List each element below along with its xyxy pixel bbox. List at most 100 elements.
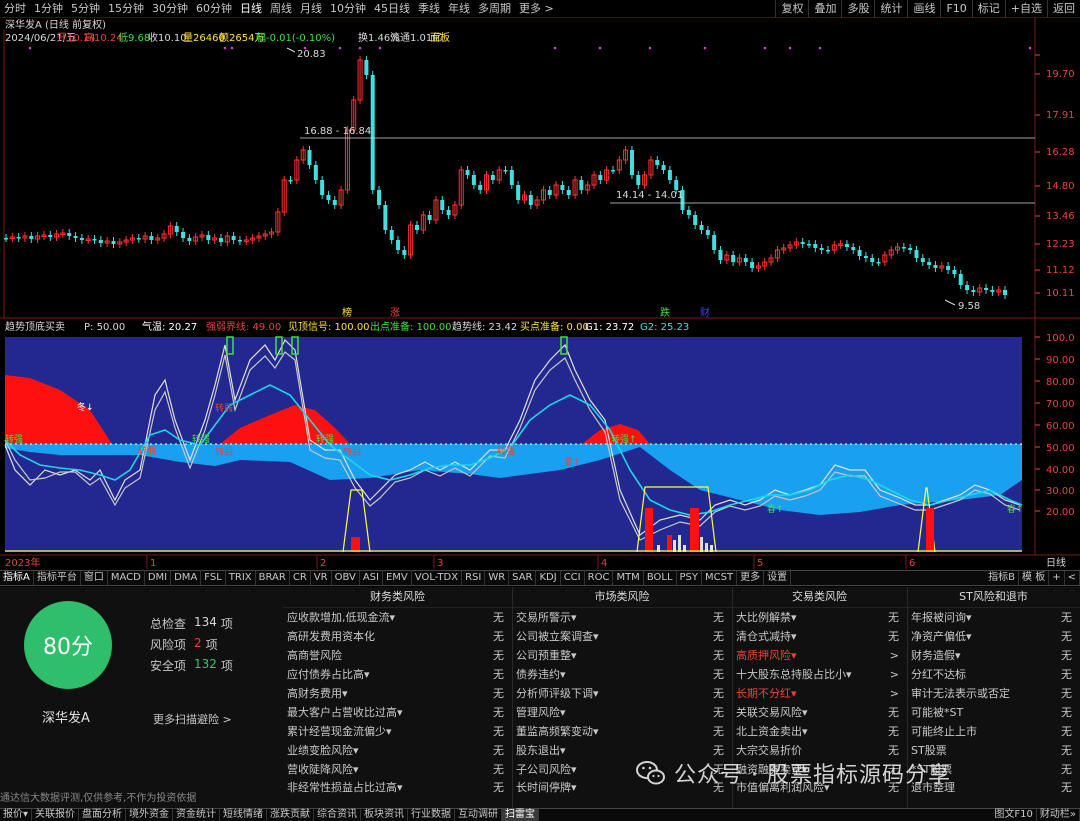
toolbar-button-0[interactable]: 复权 <box>775 0 808 18</box>
indicator-tab-24[interactable]: MCST <box>702 571 738 585</box>
indicator-tab-15[interactable]: RSI <box>462 571 486 585</box>
risk-item[interactable]: 累计经营现金流偏少▾ 无 <box>283 721 512 740</box>
bottom-tab-6[interactable]: 涨跌贡献 <box>267 809 315 821</box>
indicator-tab-8[interactable]: BRAR <box>256 571 290 585</box>
bottom-tab-8[interactable]: 板块资讯 <box>361 809 409 821</box>
indicator-tab-23[interactable]: PSY <box>677 571 703 585</box>
toolbar-button-4[interactable]: 画线 <box>907 0 940 18</box>
risk-item[interactable]: 交易所警示▾ 无 <box>512 608 732 627</box>
bottom-tab-9[interactable]: 行业数据 <box>408 809 456 821</box>
toolbar-button-6[interactable]: 标记 <box>971 0 1005 18</box>
risk-item[interactable]: 最大客户占营收比过高▾ 无 <box>283 702 512 721</box>
bottom-tab-3[interactable]: 境外资金 <box>126 809 174 821</box>
bottom-tab-right-1[interactable]: 财动栏» <box>1037 809 1080 821</box>
indicator-tab-right-2[interactable]: + <box>1049 571 1065 585</box>
indicator-tab-16[interactable]: WR <box>485 571 510 585</box>
indicator-tab-right-0[interactable]: 指标B <box>985 571 1020 585</box>
indicator-tab-right-3[interactable]: < <box>1065 571 1080 585</box>
bottom-tab-5[interactable]: 短线情绪 <box>220 809 268 821</box>
risk-item[interactable]: 债券违约▾ 无 <box>512 665 732 684</box>
period-2[interactable]: 5分钟 <box>67 0 104 18</box>
risk-item[interactable]: 应收款增加,低现金流▾ 无 <box>283 608 512 627</box>
risk-item[interactable]: 财务造假▾ 无 <box>907 646 1080 665</box>
risk-item[interactable]: 应付债券占比高▾ 无 <box>283 665 512 684</box>
period-9[interactable]: 10分钟 <box>326 0 370 18</box>
risk-item[interactable]: 管理风险▾ 无 <box>512 702 732 721</box>
indicator-tab-right-1[interactable]: 模 板 <box>1019 571 1050 585</box>
indicator-tab-19[interactable]: CCI <box>561 571 585 585</box>
bottom-tab-0[interactable]: 报价▾ <box>0 809 33 821</box>
indicator-tab-3[interactable]: MACD <box>108 571 145 585</box>
indicator-tab-14[interactable]: VOL-TDX <box>412 571 463 585</box>
period-6[interactable]: 日线 <box>236 0 266 18</box>
indicator-tab-18[interactable]: KDJ <box>536 571 561 585</box>
toolbar-button-1[interactable]: 叠加 <box>808 0 841 18</box>
indicator-tab-6[interactable]: FSL <box>201 571 226 585</box>
risk-item[interactable]: 高商誉风险 无 <box>283 646 512 665</box>
bottom-tab-1[interactable]: 关联报价 <box>32 809 80 821</box>
risk-item[interactable]: 净资产偏低▾ 无 <box>907 627 1080 646</box>
indicator-tab-25[interactable]: 更多 <box>737 571 765 585</box>
risk-item[interactable]: 营收陡降风险▾ 无 <box>283 759 512 778</box>
indicator-tab-5[interactable]: DMA <box>171 571 202 585</box>
bottom-tab-right-0[interactable]: 图文F10 <box>991 809 1037 821</box>
period-8[interactable]: 月线 <box>296 0 326 18</box>
indicator-tab-0[interactable]: 指标A <box>0 571 34 585</box>
period-7[interactable]: 周线 <box>266 0 296 18</box>
risk-item[interactable]: 可能终止上市 无 <box>907 721 1080 740</box>
chart-area[interactable]: 深华发A (日线 前复权)2024/06/21/五开10.14高10.24低9.… <box>0 18 1080 570</box>
risk-item[interactable]: 审计无法表示或否定 无 <box>907 684 1080 703</box>
bottom-tab-11[interactable]: 扫雷宝 <box>502 809 540 821</box>
indicator-tab-9[interactable]: CR <box>290 571 311 585</box>
indicator-tab-4[interactable]: DMI <box>145 571 172 585</box>
indicator-tab-17[interactable]: SAR <box>509 571 537 585</box>
risk-item[interactable]: 大比例解禁▾ 无 <box>732 608 907 627</box>
indicator-tab-21[interactable]: MTM <box>613 571 644 585</box>
toolbar-button-2[interactable]: 多股 <box>841 0 874 18</box>
risk-item[interactable]: 北上资金卖出▾ 无 <box>732 721 907 740</box>
indicator-tab-12[interactable]: ASI <box>360 571 383 585</box>
risk-item[interactable]: 董监高频繁变动▾ 无 <box>512 721 732 740</box>
indicator-tab-13[interactable]: EMV <box>383 571 412 585</box>
risk-item[interactable]: 关联交易风险▾ 无 <box>732 702 907 721</box>
toolbar-button-5[interactable]: F10 <box>940 0 971 18</box>
period-12[interactable]: 年线 <box>444 0 474 18</box>
bottom-tab-4[interactable]: 资金统计 <box>173 809 221 821</box>
risk-item[interactable]: 可能被*ST 无 <box>907 702 1080 721</box>
risk-item[interactable]: 高财务费用▾ 无 <box>283 684 512 703</box>
toolbar-button-8[interactable]: 返回 <box>1047 0 1080 18</box>
risk-item[interactable]: 高质押风险▾ > <box>732 646 907 665</box>
indicator-tab-1[interactable]: 指标平台 <box>34 571 81 585</box>
indicator-tab-26[interactable]: 设置 <box>764 571 792 585</box>
period-3[interactable]: 15分钟 <box>104 0 148 18</box>
risk-item[interactable]: 高研发费用资本化 无 <box>283 627 512 646</box>
period-14[interactable]: 更多 > <box>515 0 558 18</box>
indicator-tab-10[interactable]: VR <box>311 571 332 585</box>
more-scan-link[interactable]: 更多扫描避险 > <box>153 711 232 727</box>
risk-item[interactable]: 公司被立案调查▾ 无 <box>512 627 732 646</box>
period-0[interactable]: 分时 <box>0 0 30 18</box>
risk-item[interactable]: 业绩变脸风险▾ 无 <box>283 740 512 759</box>
risk-item[interactable]: 长期不分红▾ > <box>732 684 907 703</box>
risk-item[interactable]: 分红不达标 无 <box>907 665 1080 684</box>
bottom-tab-10[interactable]: 互动调研 <box>455 809 503 821</box>
period-1[interactable]: 1分钟 <box>30 0 67 18</box>
risk-item[interactable]: 十大股东总持股占比小▾ > <box>732 665 907 684</box>
risk-item[interactable]: 公司预重整▾ 无 <box>512 646 732 665</box>
risk-item[interactable]: 非经常性损益占比过高▾ 无 <box>283 778 512 797</box>
bottom-tab-2[interactable]: 盘面分析 <box>79 809 127 821</box>
indicator-tab-7[interactable]: TRIX <box>226 571 256 585</box>
period-5[interactable]: 60分钟 <box>192 0 236 18</box>
indicator-tab-22[interactable]: BOLL <box>644 571 677 585</box>
toolbar-button-7[interactable]: +自选 <box>1004 0 1047 18</box>
period-4[interactable]: 30分钟 <box>148 0 192 18</box>
risk-item[interactable]: 清仓式减持▾ 无 <box>732 627 907 646</box>
indicator-tab-2[interactable]: 窗口 <box>81 571 108 585</box>
indicator-tab-11[interactable]: OBV <box>332 571 360 585</box>
toolbar-button-3[interactable]: 统计 <box>874 0 907 18</box>
period-10[interactable]: 45日线 <box>370 0 414 18</box>
period-11[interactable]: 季线 <box>414 0 444 18</box>
period-13[interactable]: 多周期 <box>474 0 515 18</box>
indicator-tab-20[interactable]: ROC <box>585 571 614 585</box>
bottom-tab-7[interactable]: 综合资讯 <box>314 809 362 821</box>
